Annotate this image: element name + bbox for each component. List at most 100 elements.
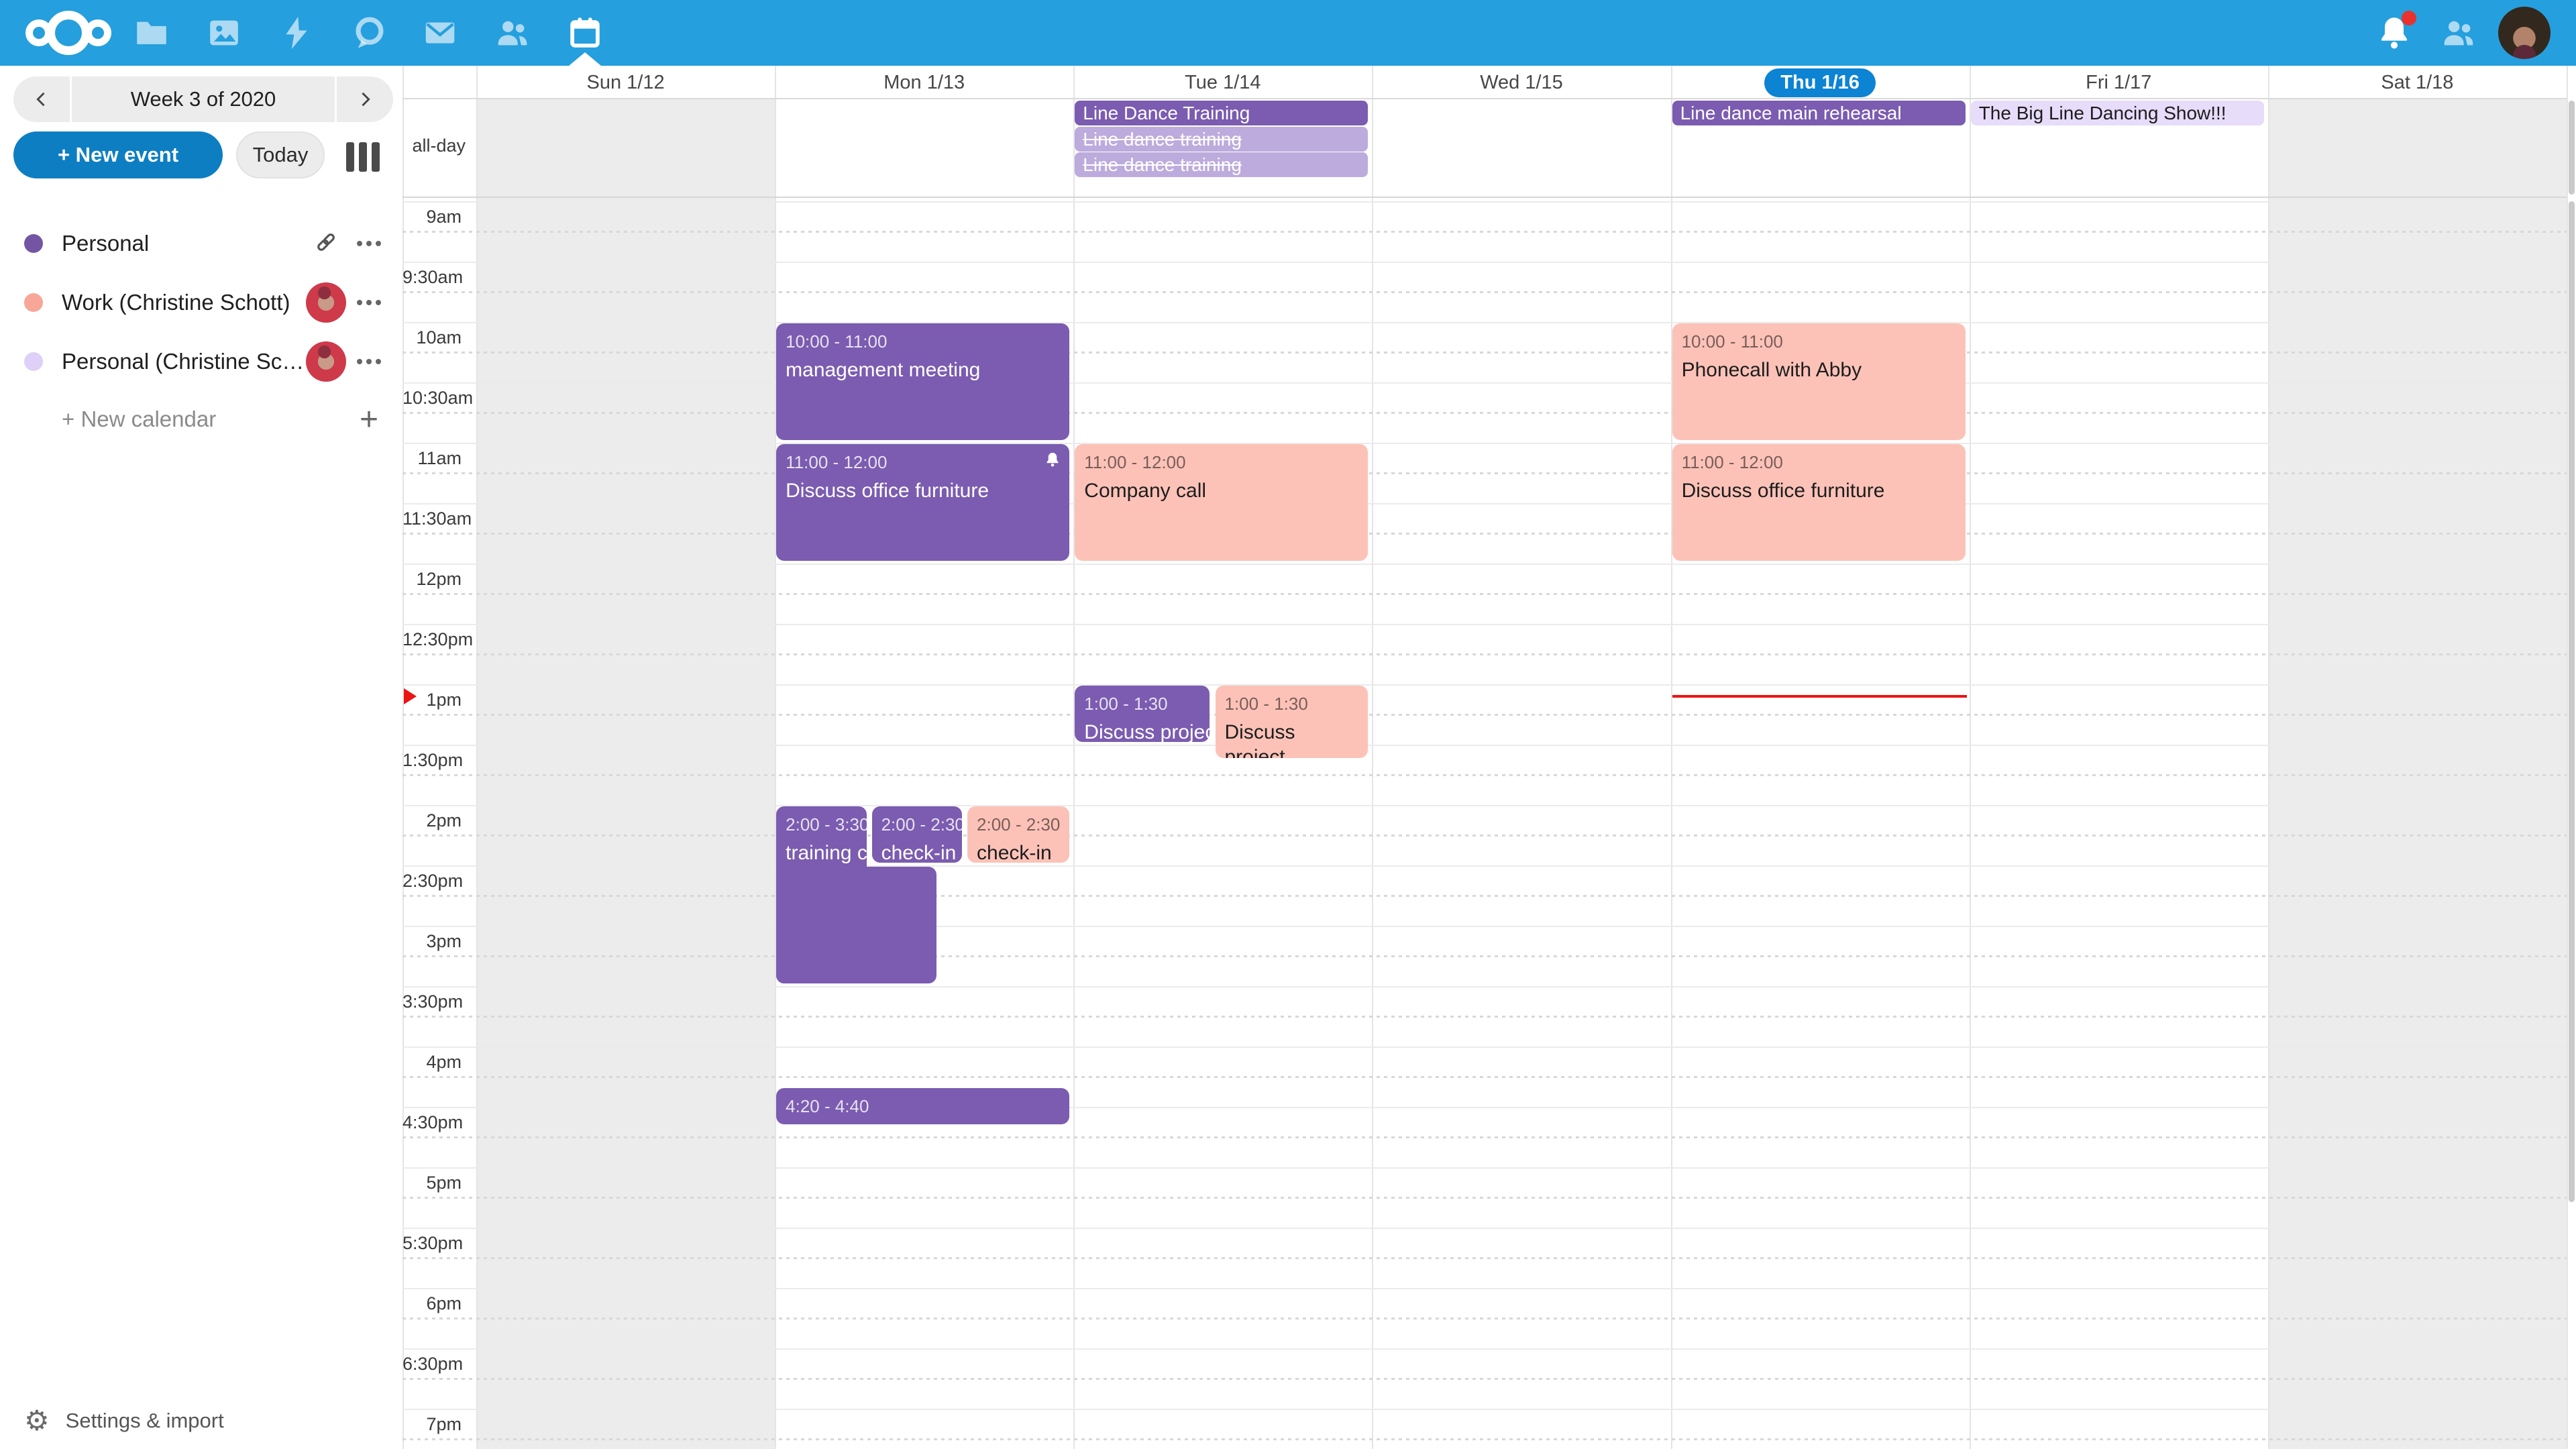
event[interactable]: 10:00 - 11:00Phonecall with Abby xyxy=(1672,323,1966,440)
event[interactable]: 2:00 - 2:30 check-in xyxy=(872,806,962,863)
quarter-line xyxy=(402,1438,2567,1440)
all-day-event[interactable]: Line Dance Training xyxy=(1075,101,1368,125)
notifications-bell-icon[interactable] xyxy=(2375,13,2414,52)
event-title: Discuss office furniture xyxy=(1682,478,1956,503)
calendar-actions-menu[interactable] xyxy=(357,300,381,305)
quarter-line xyxy=(402,1136,2567,1138)
calendar-icon-active[interactable] xyxy=(566,13,604,52)
calendar-actions-menu[interactable] xyxy=(357,359,381,364)
column-border xyxy=(1671,66,1672,1449)
day-header[interactable]: Sun 1/12 xyxy=(476,66,775,99)
event-time: 11:00 - 12:00 xyxy=(1682,452,1956,473)
hour-line xyxy=(402,1167,2567,1169)
day-header-today-pill: Thu 1/16 xyxy=(1764,68,1876,97)
day-header-label: Tue 1/14 xyxy=(1185,72,1260,94)
hour-line xyxy=(402,745,2567,746)
quarter-line xyxy=(402,1016,2567,1018)
all-day-event[interactable]: The Big Line Dancing Show!!! xyxy=(1971,101,2264,125)
view-mode-toggle[interactable] xyxy=(346,142,381,172)
previous-week-button[interactable] xyxy=(13,76,72,122)
day-header-label: Sat 1/18 xyxy=(2381,72,2453,94)
calendar-actions-menu[interactable] xyxy=(357,241,381,246)
event[interactable]: 10:00 - 11:00management meeting xyxy=(776,323,1069,440)
all-day-event[interactable]: Line dance training xyxy=(1075,152,1368,177)
photos-icon[interactable] xyxy=(205,13,244,52)
column-border xyxy=(1372,66,1373,1449)
hour-line xyxy=(402,564,2567,565)
event[interactable]: 2:00 - 3:30training call xyxy=(776,806,866,983)
event[interactable]: 2:00 - 2:30check-in xyxy=(967,806,1069,863)
calendar-list-item[interactable]: Personal xyxy=(13,221,393,266)
mail-icon[interactable] xyxy=(421,13,460,52)
time-label: 4:30pm xyxy=(402,1112,462,1133)
time-label: 11:30am xyxy=(402,508,462,529)
section-divider xyxy=(402,197,2567,198)
week-label: Week 3 of 2020 xyxy=(72,87,335,111)
new-calendar-button[interactable]: + New calendar + xyxy=(13,400,393,439)
quarter-line xyxy=(402,533,2567,535)
event-title: Discuss project announcement xyxy=(1084,720,1200,742)
allday-scrollbar-thumb[interactable] xyxy=(2569,101,2575,195)
day-header-label: Fri 1/17 xyxy=(2086,72,2151,94)
today-button[interactable]: Today xyxy=(236,131,325,178)
grid-scrollbar-thumb[interactable] xyxy=(2569,201,2575,1202)
hour-line xyxy=(402,382,2567,384)
time-label: 1:30pm xyxy=(402,750,462,771)
notification-dot xyxy=(2402,11,2416,25)
all-day-event[interactable]: Line dance main rehearsal xyxy=(1672,101,1966,125)
event-title: check-in xyxy=(881,841,953,863)
activity-icon[interactable] xyxy=(277,13,316,52)
calendar-name: Work (Christine Schott) xyxy=(62,290,306,315)
calendar-name: Personal (Christine Scho... xyxy=(62,349,306,374)
top-navigation-bar xyxy=(0,0,2576,66)
event[interactable]: 1:00 - 1:30Discuss project announcement xyxy=(1216,686,1368,758)
event-title: Discuss project announcement xyxy=(1225,720,1359,758)
event[interactable]: 11:00 - 12:00 Discuss office furniture xyxy=(1672,444,1966,561)
time-label: 12pm xyxy=(402,569,462,590)
time-label: 11am xyxy=(402,448,462,469)
day-header[interactable]: Thu 1/16 xyxy=(1671,66,1970,99)
event-time: 2:00 - 2:30 xyxy=(881,814,953,835)
shared-by-avatar xyxy=(306,282,346,323)
day-header[interactable]: Fri 1/17 xyxy=(1970,66,2268,99)
event[interactable]: 11:00 - 12:00 Company call xyxy=(1075,444,1368,561)
event[interactable]: 11:00 - 12:00Discuss office furniture xyxy=(776,444,1069,561)
day-header-label: Sun 1/12 xyxy=(587,72,665,94)
calendar-list-item[interactable]: Work (Christine Schott) xyxy=(13,280,393,325)
next-week-button[interactable] xyxy=(335,76,393,122)
day-header[interactable]: Sat 1/18 xyxy=(2268,66,2567,99)
calendar-app: Week 3 of 2020 + New event Today Persona… xyxy=(0,0,2576,1449)
day-header[interactable]: Wed 1/15 xyxy=(1372,66,1670,99)
user-avatar[interactable] xyxy=(2498,7,2551,59)
contacts-menu-icon[interactable] xyxy=(2439,13,2478,52)
hour-line xyxy=(402,1348,2567,1350)
nextcloud-logo-icon[interactable] xyxy=(25,10,111,56)
column-border xyxy=(1073,66,1075,1449)
contacts-icon[interactable] xyxy=(493,13,532,52)
hour-line xyxy=(402,503,2567,504)
event-title: Company call xyxy=(1084,478,1358,503)
time-label: 5pm xyxy=(402,1173,462,1193)
shared-by-avatar xyxy=(306,341,346,382)
hour-line xyxy=(402,926,2567,927)
event[interactable]: 1:00 - 1:30Discuss project announcement xyxy=(1075,686,1210,742)
active-app-notch xyxy=(569,52,601,66)
event[interactable]: 4:20 - 4:40purchasing dept conversation xyxy=(776,1088,1069,1124)
day-header[interactable]: Tue 1/14 xyxy=(1073,66,1372,99)
quarter-line xyxy=(402,1318,2567,1320)
day-header[interactable]: Mon 1/13 xyxy=(775,66,1073,99)
all-day-event[interactable]: Line dance training xyxy=(1075,127,1368,152)
hour-line xyxy=(402,1228,2567,1229)
new-event-button[interactable]: + New event xyxy=(13,131,223,178)
share-link-icon[interactable] xyxy=(313,229,339,259)
event-time: 4:20 - 4:40 xyxy=(786,1096,1060,1117)
settings-import-button[interactable]: ⚙ Settings & import xyxy=(24,1401,224,1441)
time-label: 3pm xyxy=(402,931,462,952)
files-icon[interactable] xyxy=(132,13,171,52)
event-time: 11:00 - 12:00 xyxy=(1084,452,1358,473)
time-label: 9:30am xyxy=(402,267,462,288)
all-day-label: all-day xyxy=(402,136,466,156)
quarter-line xyxy=(402,774,2567,776)
talk-icon[interactable] xyxy=(350,13,388,52)
calendar-list-item[interactable]: Personal (Christine Scho... xyxy=(13,339,393,384)
